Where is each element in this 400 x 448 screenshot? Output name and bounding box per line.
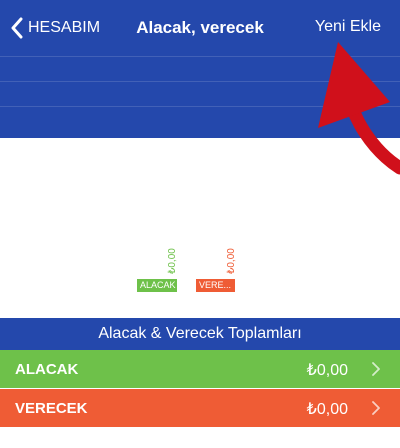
totals-header: Alacak & Verecek Toplamları <box>0 318 400 350</box>
verecek-row-amount: ₺0,00 <box>306 401 348 418</box>
divider <box>0 81 400 82</box>
divider <box>0 106 400 107</box>
bar-category-label: VERE... <box>196 279 235 292</box>
chart-area: ALACAK ₺0,00 VERE... ₺0,00 <box>0 138 400 318</box>
navigation-bar: HESABIM Alacak, verecek Yeni Ekle <box>0 0 400 138</box>
bar-value-label: ₺0,00 <box>226 248 237 274</box>
chevron-right-icon <box>372 401 380 415</box>
bottom-spacer <box>0 427 400 448</box>
divider <box>0 56 400 57</box>
alacak-row[interactable]: ALACAK ₺0,00 <box>0 350 400 388</box>
alacak-row-amount: ₺0,00 <box>306 362 348 379</box>
verecek-row[interactable]: VERECEK ₺0,00 <box>0 389 400 427</box>
bar-value-label: ₺0,00 <box>167 248 178 274</box>
alacak-row-label: ALACAK <box>15 361 79 378</box>
nav-row: HESABIM Alacak, verecek Yeni Ekle <box>0 0 400 56</box>
verecek-row-label: VERECEK <box>15 400 88 417</box>
add-new-button[interactable]: Yeni Ekle <box>315 18 381 36</box>
chevron-right-icon <box>372 362 380 376</box>
bar-category-label: ALACAK <box>137 279 177 292</box>
